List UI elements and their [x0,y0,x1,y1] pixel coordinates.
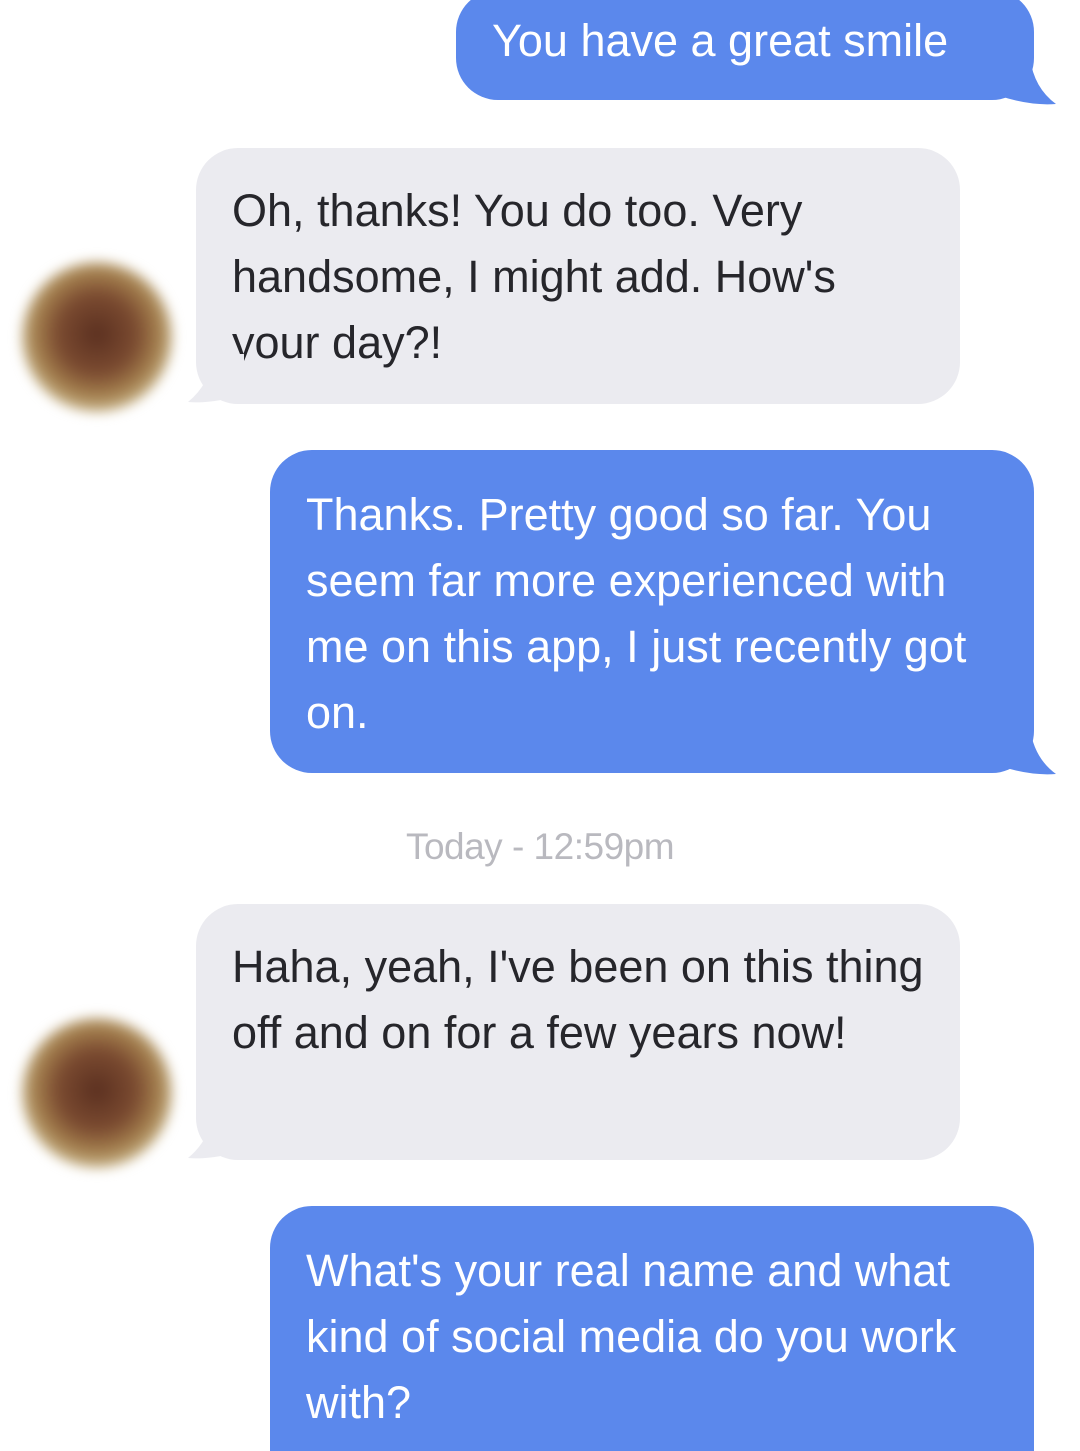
sent-message-bubble[interactable]: What's your real name and what kind of s… [270,1206,1034,1451]
bubble-tail-icon [1000,58,1056,105]
message-timestamp: Today - 12:59pm [405,826,675,867]
received-message-bubble[interactable]: Haha, yeah, I've been on this thing off … [196,904,960,1160]
message-text: You have a great smile [492,15,949,66]
sent-message-bubble[interactable]: Thanks. Pretty good so far. You seem far… [270,450,1034,773]
sent-message-bubble[interactable]: You have a great smile [456,0,1034,100]
message-text: Haha, yeah, I've been on this thing off … [232,941,924,1058]
chat-thread: You have a great smile Oh, thanks! You d… [0,0,1080,1451]
message-text: What's your real name and what kind of s… [306,1245,957,1428]
message-text: Thanks. Pretty good so far. You seem far… [306,489,967,738]
message-text: Oh, thanks! You do too. Very handsome, I… [232,185,836,368]
bubble-tail-icon [188,1110,244,1159]
received-message-bubble[interactable]: Oh, thanks! You do too. Very handsome, I… [196,148,960,404]
bubble-tail-icon [1000,728,1056,775]
bubble-tail-icon [188,354,244,403]
contact-avatar[interactable] [22,262,172,412]
contact-avatar[interactable] [22,1018,172,1168]
